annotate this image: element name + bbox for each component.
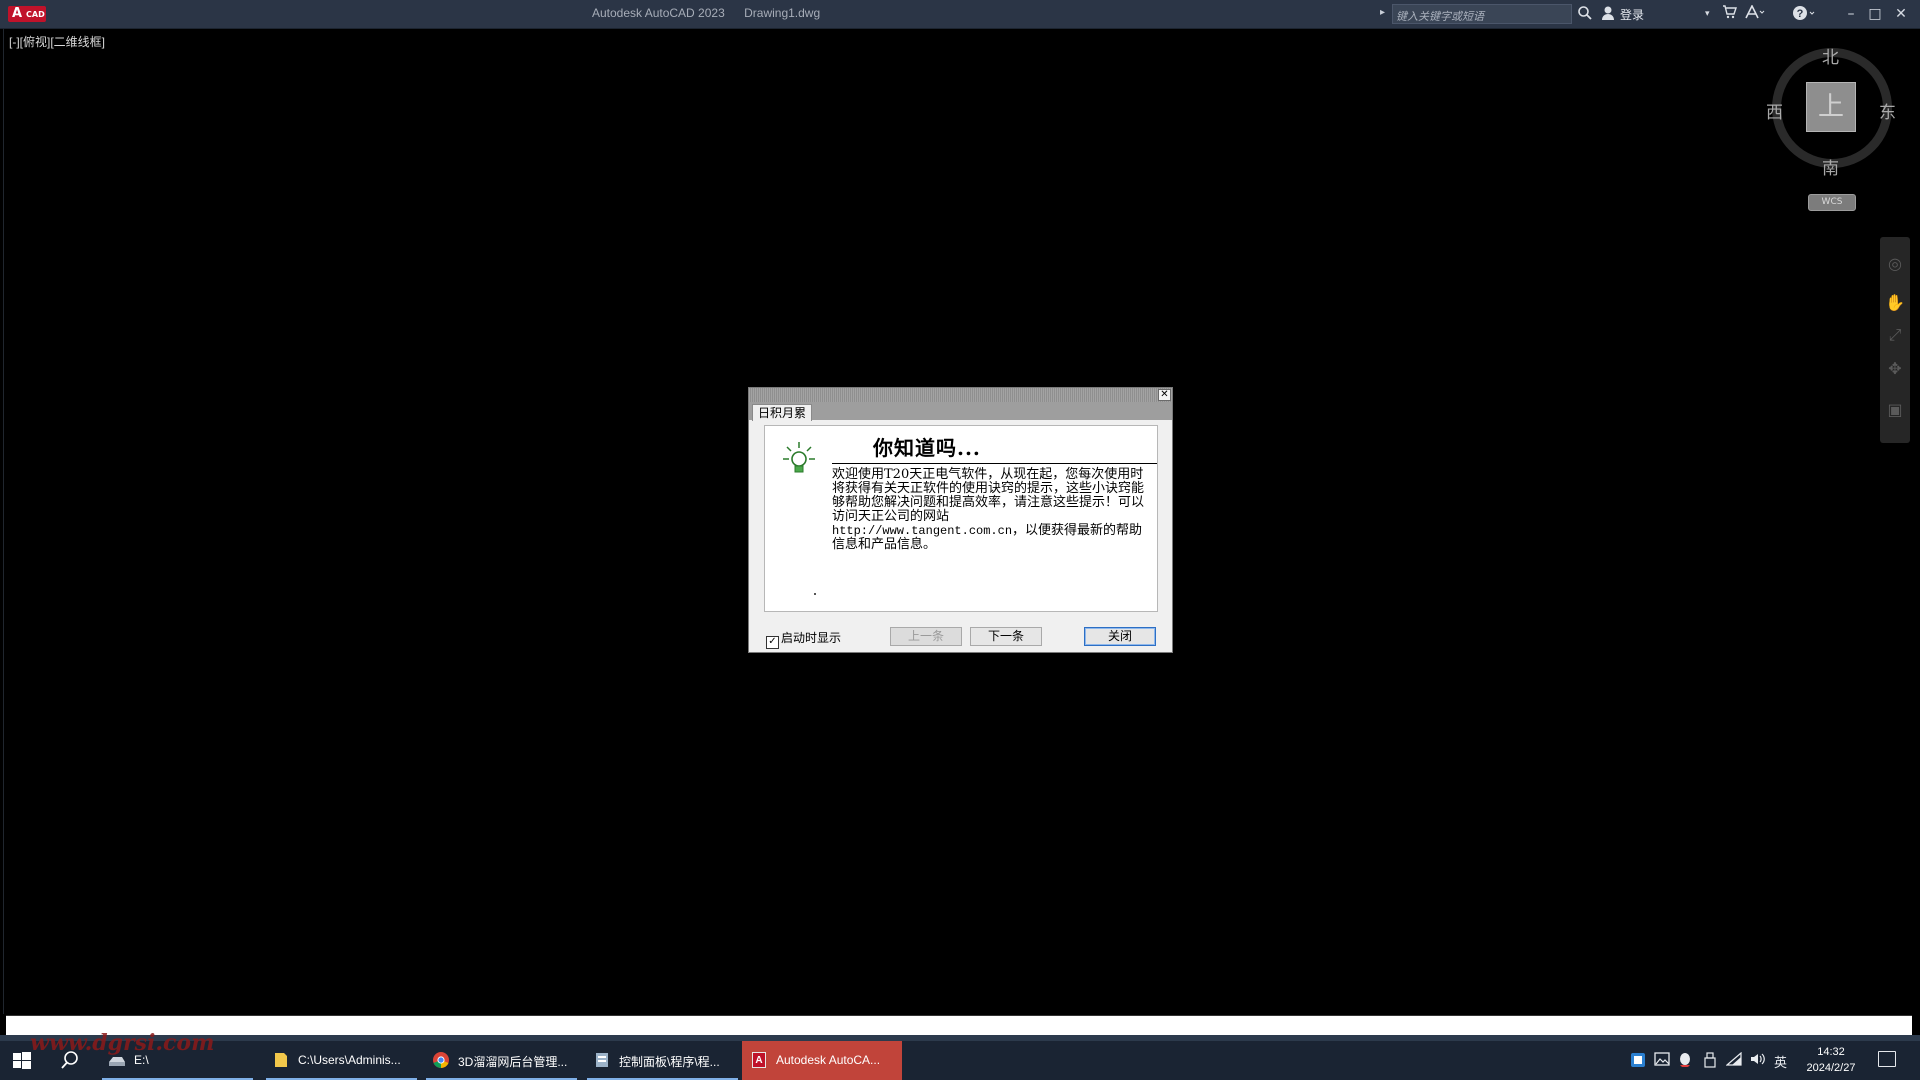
notification-center-icon[interactable] <box>1878 1051 1896 1067</box>
dialog-tabstrip <box>749 402 1172 420</box>
showmotion-icon[interactable]: ▣ <box>1884 399 1906 421</box>
compass-south[interactable]: 南 <box>1822 154 1839 179</box>
tip-of-the-day-dialog: ✕ 日积月累 你知道吗... 欢迎使用T20天正电气软件，从现在起，您每次使用时… <box>748 387 1173 653</box>
search-input[interactable] <box>1396 9 1568 25</box>
tip-url[interactable]: http://www.tangent.com.cn <box>832 524 1012 538</box>
search-icon[interactable] <box>1577 5 1593 27</box>
clock-time: 14:32 <box>1817 1046 1845 1058</box>
tip-body: 欢迎使用T20天正电气软件，从现在起，您每次使用时将获得有关天正软件的使用诀窍的… <box>832 468 1155 552</box>
search-expand-arrow-icon[interactable]: ▸ <box>1380 7 1385 18</box>
taskbar-item-control-panel[interactable]: 控制面板\程序\程... <box>585 1041 740 1080</box>
close-window-icon[interactable]: ✕ <box>1890 3 1912 25</box>
task-label: C:\Users\Adminis... <box>298 1053 401 1067</box>
autocad-icon: A <box>752 1052 766 1068</box>
user-icon[interactable] <box>1601 5 1615 27</box>
taskbar-item-autocad[interactable]: A Autodesk AutoCA... <box>742 1041 902 1080</box>
viewport-left-border <box>3 29 4 1014</box>
login-dropdown-icon[interactable]: ▾ <box>1705 5 1710 23</box>
tip-dot <box>814 593 816 595</box>
search-box[interactable] <box>1392 4 1572 25</box>
tab-tips[interactable]: 日积月累 <box>752 404 812 421</box>
windows-start-icon[interactable] <box>12 1051 32 1071</box>
title-bar: A CAD Autodesk AutoCAD 2023 Drawing1.dwg … <box>0 0 1920 29</box>
folder-icon <box>275 1053 287 1067</box>
tip-panel: 你知道吗... 欢迎使用T20天正电气软件，从现在起，您每次使用时将获得有关天正… <box>764 425 1158 612</box>
minimize-icon[interactable]: – <box>1840 3 1862 25</box>
viewcube-top-face[interactable]: 上 <box>1806 82 1856 132</box>
wcs-menu[interactable]: WCS <box>1808 194 1856 211</box>
taskbar-clock[interactable]: 14:32 2024/2/27 <box>1796 1044 1866 1076</box>
viewport-controls-label[interactable]: [-][俯视][二维线框] <box>9 33 105 50</box>
lightbulb-icon <box>783 442 815 473</box>
usb-device-icon[interactable] <box>1704 1052 1716 1072</box>
next-tip-button[interactable]: 下一条 <box>970 627 1042 646</box>
watermark: www.dgrsi.com <box>30 1030 215 1056</box>
svg-text:A: A <box>755 1055 762 1066</box>
tray-image-icon[interactable] <box>1654 1052 1670 1070</box>
maximize-icon[interactable]: □ <box>1864 3 1886 25</box>
command-line[interactable] <box>6 1015 1912 1036</box>
tip-heading: 你知道吗... <box>873 436 981 460</box>
pan-icon[interactable]: ✋ <box>1884 292 1906 314</box>
previous-tip-button[interactable]: 上一条 <box>890 627 962 646</box>
svg-text:?: ? <box>1797 8 1804 20</box>
autodesk-a360-icon[interactable] <box>1745 4 1765 25</box>
login-link[interactable]: 登录 <box>1620 6 1644 23</box>
task-label: 控制面板\程序\程... <box>619 1055 720 1069</box>
dialog-close-icon[interactable]: ✕ <box>1158 389 1171 401</box>
taskbar-item-chrome[interactable]: 3D溜溜网后台管理... <box>424 1041 579 1080</box>
tip-divider <box>832 463 1157 464</box>
steeringwheel-icon[interactable]: ◎ <box>1884 253 1906 275</box>
cart-icon[interactable] <box>1722 5 1737 25</box>
window-title: Autodesk AutoCAD 2023 Drawing1.dwg <box>592 6 836 20</box>
orbit-icon[interactable]: ✥ <box>1884 358 1906 380</box>
taskbar: E:\ C:\Users\Adminis... 3D溜溜网后台管理... 控制面… <box>0 1041 1920 1080</box>
taskbar-item-folder[interactable]: C:\Users\Adminis... <box>264 1041 419 1080</box>
checkbox-check-icon[interactable]: ✓ <box>766 636 779 649</box>
close-dialog-button[interactable]: 关闭 <box>1084 627 1156 646</box>
tray-qq-icon[interactable] <box>1678 1052 1692 1072</box>
ime-indicator[interactable]: 英 <box>1774 1052 1787 1071</box>
compass-west[interactable]: 西 <box>1766 98 1783 123</box>
tip-text: 欢迎使用T20天正电气软件，从现在起，您每次使用时将获得有关天正软件的使用诀窍的… <box>832 467 1145 524</box>
show-at-startup-label[interactable]: 启动时显示 <box>781 631 841 645</box>
app-name: Autodesk AutoCAD 2023 <box>592 6 725 20</box>
tray-app-icon[interactable] <box>1630 1052 1646 1072</box>
zoom-icon[interactable]: ⤢ <box>1884 324 1906 346</box>
autocad-logo[interactable]: A CAD <box>8 6 46 22</box>
compass-north[interactable]: 北 <box>1822 43 1839 68</box>
control-panel-icon <box>596 1053 608 1067</box>
task-label: Autodesk AutoCA... <box>776 1053 881 1067</box>
navigation-bar: ◎ ✋ ⤢ ✥ ▣ <box>1880 237 1910 443</box>
document-name: Drawing1.dwg <box>744 6 821 20</box>
task-label: 3D溜溜网后台管理... <box>458 1055 568 1069</box>
volume-icon[interactable] <box>1750 1052 1766 1070</box>
show-at-startup-checkbox[interactable]: ✓ 启动时显示 <box>766 629 841 649</box>
dialog-titlebar[interactable] <box>749 388 1172 402</box>
network-icon[interactable] <box>1725 1051 1742 1070</box>
chrome-icon <box>433 1052 449 1069</box>
help-icon[interactable]: ? <box>1792 5 1818 27</box>
clock-date: 2024/2/27 <box>1806 1062 1856 1074</box>
compass-east[interactable]: 东 <box>1879 98 1896 123</box>
